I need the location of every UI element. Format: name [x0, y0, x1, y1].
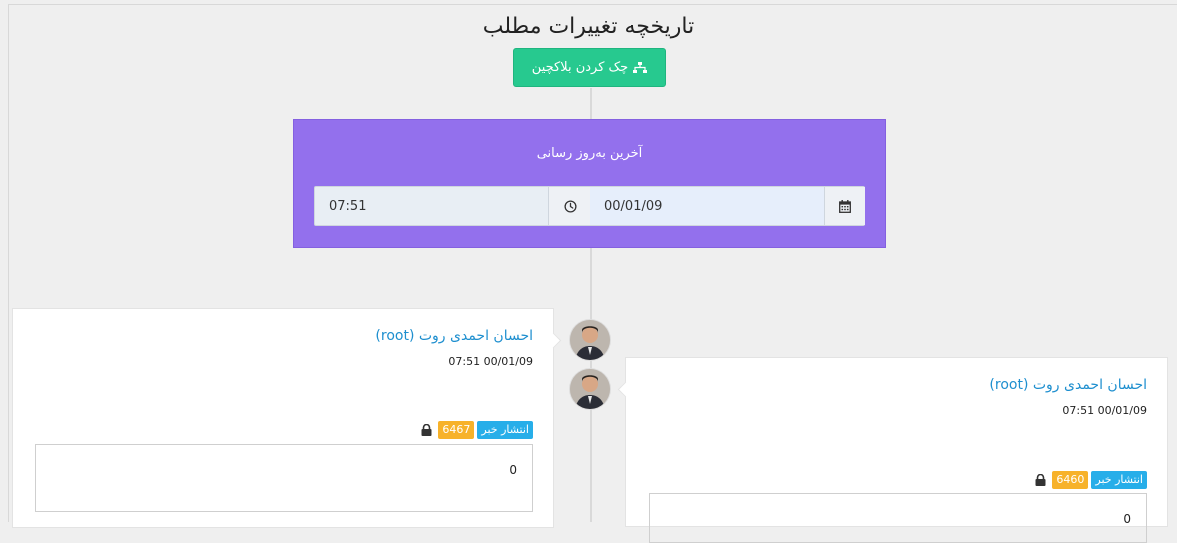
- lock-icon: [1035, 474, 1046, 486]
- clock-icon[interactable]: [548, 187, 592, 225]
- card-pointer: [617, 381, 634, 398]
- lock-icon: [421, 424, 432, 436]
- frame-left-border: [8, 4, 9, 522]
- last-update-panel: آخرین به‌روز رسانی: [293, 119, 886, 248]
- author-link[interactable]: احسان احمدی روت (root): [375, 328, 533, 344]
- last-update-title: آخرین به‌روز رسانی: [536, 146, 643, 161]
- avatar: [570, 369, 610, 409]
- sitemap-icon: [633, 61, 648, 74]
- entry-badges: انتشار خبر 6467: [421, 421, 533, 439]
- card-pointer: [545, 332, 562, 349]
- avatar: [570, 320, 610, 360]
- history-entry-card: احسان احمدی روت (root) 07:51 00/01/09 ان…: [12, 308, 562, 528]
- entry-badges: انتشار خبر 6460: [1035, 471, 1147, 489]
- datetime-field-row: [314, 186, 865, 226]
- entry-timestamp: 07:51 00/01/09: [448, 355, 533, 368]
- time-field[interactable]: [315, 187, 548, 225]
- time-input[interactable]: [315, 187, 548, 225]
- status-badge: انتشار خبر: [477, 421, 533, 439]
- history-entry-card: احسان احمدی روت (root) 07:51 00/01/09 ان…: [617, 357, 1168, 543]
- check-blockchain-button[interactable]: چک کردن بلاکچین: [513, 48, 666, 87]
- date-field[interactable]: [590, 187, 824, 225]
- calendar-icon[interactable]: [824, 187, 865, 225]
- page-title: تاریخچه تغییرات مطلب: [482, 14, 695, 39]
- entry-value-box: 0: [35, 444, 533, 512]
- count-badge: 6467: [438, 421, 475, 439]
- date-input[interactable]: [590, 187, 824, 225]
- entry-value-box: 0: [649, 493, 1147, 543]
- author-link[interactable]: احسان احمدی روت (root): [989, 377, 1147, 393]
- check-blockchain-label: چک کردن بلاکچین: [531, 60, 629, 75]
- status-badge: انتشار خبر: [1091, 471, 1147, 489]
- count-badge: 6460: [1052, 471, 1089, 489]
- frame-top-border: [8, 4, 1177, 5]
- entry-timestamp: 07:51 00/01/09: [1062, 404, 1147, 417]
